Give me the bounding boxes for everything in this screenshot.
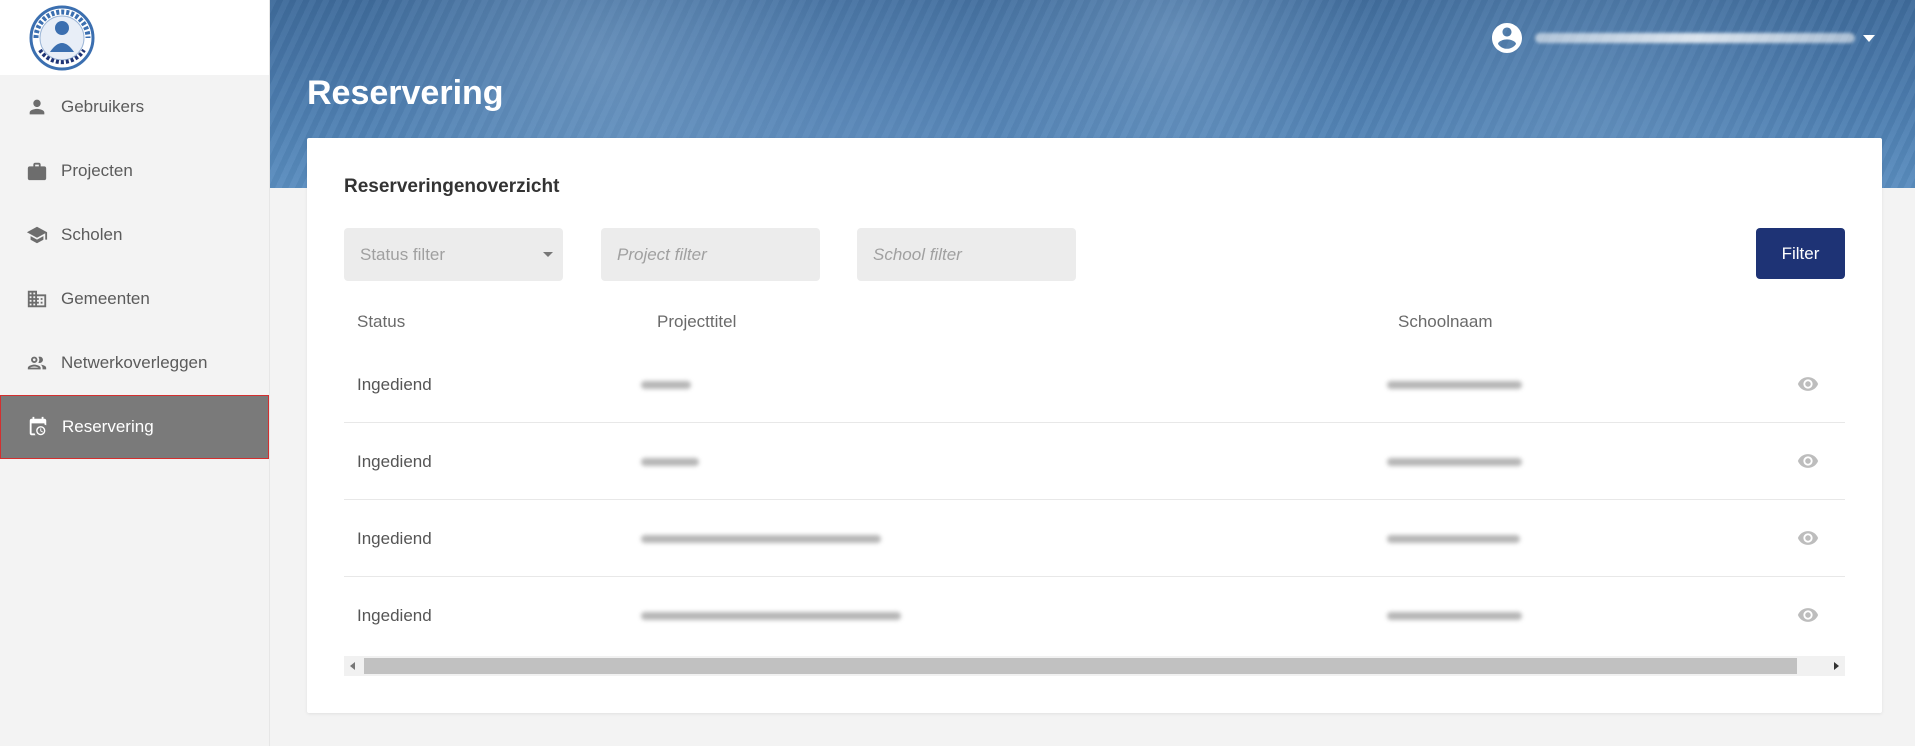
school-name-redacted — [1387, 535, 1520, 543]
eye-icon[interactable] — [1795, 373, 1821, 395]
sidebar-nav: Gebruikers Projecten Scholen Gemeenten N… — [0, 75, 269, 459]
project-title-redacted — [641, 535, 881, 543]
column-header-projecttitel[interactable]: Projecttitel — [657, 312, 736, 332]
eye-icon[interactable] — [1795, 527, 1821, 549]
building-icon — [25, 287, 49, 311]
account-circle-icon — [1489, 20, 1525, 56]
column-header-schoolnaam[interactable]: Schoolnaam — [1398, 312, 1493, 332]
sidebar-item-gemeenten[interactable]: Gemeenten — [0, 267, 269, 331]
sidebar-item-label: Reservering — [62, 417, 154, 436]
card-title: Reserveringenoverzicht — [344, 176, 560, 197]
status-filter-select[interactable]: Status filter — [344, 228, 563, 281]
eye-icon[interactable] — [1795, 450, 1821, 472]
column-header-status[interactable]: Status — [357, 312, 405, 332]
school-filter-input[interactable]: School filter — [857, 228, 1076, 281]
filter-button[interactable]: Filter — [1756, 228, 1845, 279]
status-cell: Ingediend — [357, 452, 432, 471]
table-row[interactable]: Ingediend — [344, 577, 1845, 654]
briefcase-icon — [25, 159, 49, 183]
school-filter-placeholder: School filter — [873, 244, 962, 264]
sidebar-item-label: Scholen — [61, 225, 123, 244]
person-icon — [25, 95, 49, 119]
sidebar-item-reservering[interactable]: Reservering — [0, 395, 269, 459]
scrollbar-thumb[interactable] — [364, 658, 1797, 674]
caret-down-icon — [1863, 34, 1875, 42]
scroll-left-icon[interactable] — [350, 662, 355, 670]
reservations-table: Status Projecttitel Schoolnaam Ingediend… — [344, 296, 1845, 654]
people-icon — [25, 351, 49, 375]
chevron-down-icon — [543, 252, 553, 257]
horizontal-scrollbar[interactable] — [344, 656, 1845, 676]
table-row[interactable]: Ingediend — [344, 500, 1845, 577]
sidebar-item-label: Projecten — [61, 161, 133, 180]
calendar-clock-icon — [26, 415, 50, 439]
reservations-card: Reserveringenoverzicht Status filter Pro… — [307, 138, 1882, 713]
sidebar-item-label: Gebruikers — [61, 97, 145, 116]
logo-area — [0, 0, 269, 75]
project-filter-placeholder: Project filter — [617, 244, 707, 264]
project-title-redacted — [641, 612, 901, 620]
sidebar-item-gebruikers[interactable]: Gebruikers — [0, 75, 269, 139]
status-cell: Ingediend — [357, 529, 432, 548]
school-logo[interactable] — [28, 4, 96, 72]
sidebar-item-projecten[interactable]: Projecten — [0, 139, 269, 203]
table-row[interactable]: Ingediend — [344, 346, 1845, 423]
page-title: Reservering — [307, 74, 504, 112]
scroll-right-icon[interactable] — [1834, 662, 1839, 670]
eye-icon[interactable] — [1795, 604, 1821, 626]
sidebar-item-scholen[interactable]: Scholen — [0, 203, 269, 267]
project-title-redacted — [641, 381, 691, 389]
status-cell: Ingediend — [357, 606, 432, 625]
sidebar-item-label: Netwerkoverleggen — [61, 353, 208, 372]
school-name-redacted — [1387, 458, 1522, 466]
sidebar: Gebruikers Projecten Scholen Gemeenten N… — [0, 0, 270, 746]
status-filter-placeholder: Status filter — [360, 244, 446, 264]
table-header: Status Projecttitel Schoolnaam — [344, 296, 1845, 346]
school-icon — [25, 223, 49, 247]
user-name-redacted — [1535, 33, 1855, 43]
sidebar-item-label: Gemeenten — [61, 289, 150, 308]
user-menu[interactable] — [1489, 20, 1875, 56]
status-cell: Ingediend — [357, 375, 432, 394]
project-filter-input[interactable]: Project filter — [601, 228, 820, 281]
table-row[interactable]: Ingediend — [344, 423, 1845, 500]
project-title-redacted — [641, 458, 699, 466]
school-name-redacted — [1387, 381, 1522, 389]
school-name-redacted — [1387, 612, 1522, 620]
sidebar-item-netwerkoverleggen[interactable]: Netwerkoverleggen — [0, 331, 269, 395]
